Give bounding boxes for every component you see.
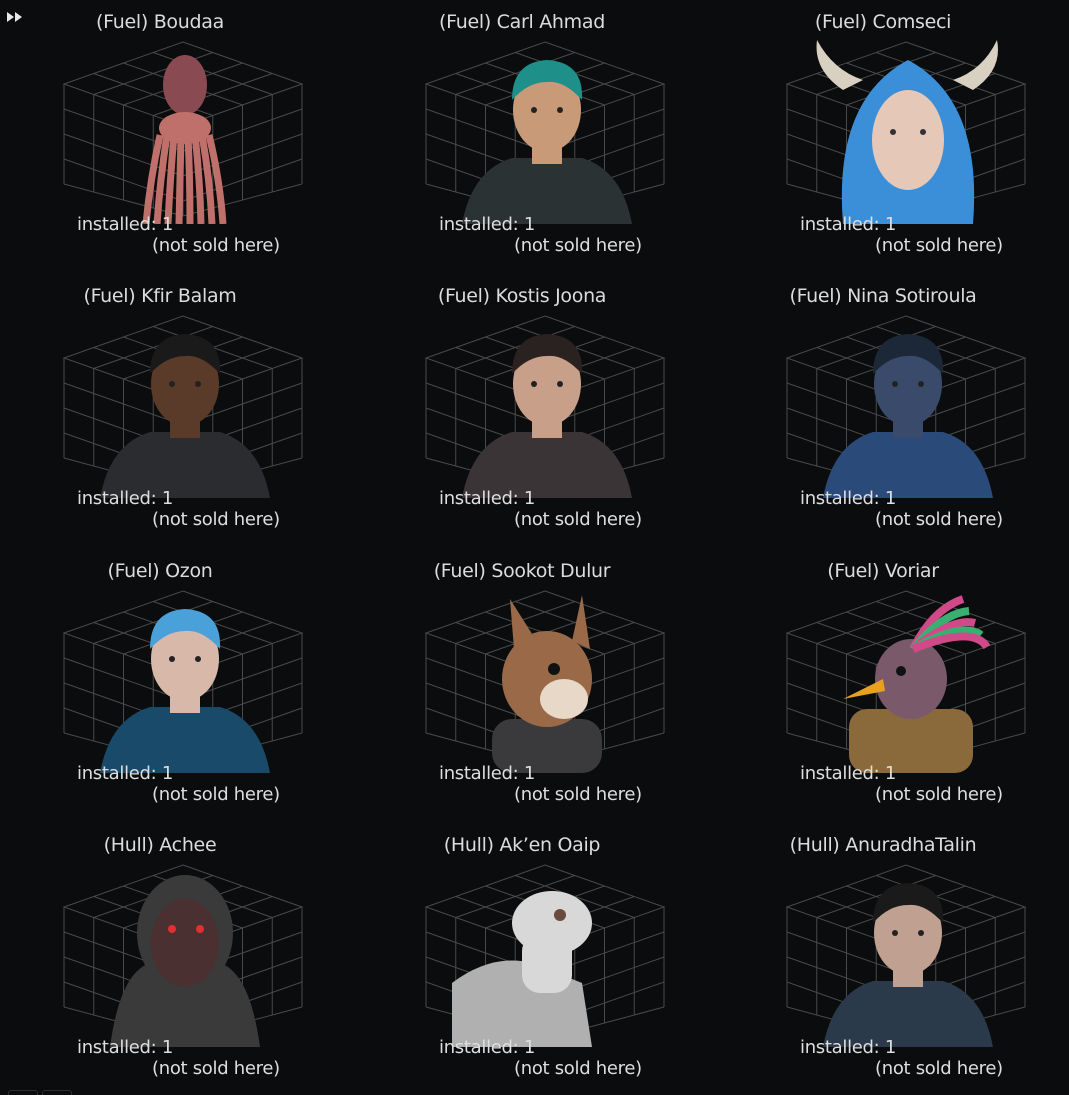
officer-portrait-human [452, 40, 638, 224]
bottom-tab[interactable] [8, 1090, 38, 1095]
installed-count: installed: 1 [800, 763, 897, 784]
officer-portrait-horned-alien [813, 40, 999, 224]
officer-name: (Fuel) Nina Sotiroula [789, 285, 977, 307]
availability-label: (not sold here) [514, 784, 642, 805]
officer-card[interactable]: (Fuel) Boudaa installed: 1 (not sold here) [10, 0, 310, 270]
officer-portrait-human [813, 314, 999, 498]
officer-name: (Fuel) Kostis Joona [437, 285, 607, 307]
availability-label: (not sold here) [514, 235, 642, 256]
installed-count: installed: 1 [439, 214, 536, 235]
availability-label: (not sold here) [152, 235, 280, 256]
officer-portrait-human [813, 863, 999, 1047]
installed-count: installed: 1 [77, 214, 174, 235]
bottom-tab[interactable] [42, 1090, 72, 1095]
availability-label: (not sold here) [875, 509, 1003, 530]
officer-card[interactable]: (Hull) Ak’en Oaip installed: 1 (not sold h… [372, 823, 672, 1093]
officer-name: (Fuel) Ozon [107, 560, 213, 582]
availability-label: (not sold here) [875, 784, 1003, 805]
officer-name: (Hull) AnuradhaTalin [789, 834, 977, 856]
officer-name: (Fuel) Comseci [814, 11, 952, 33]
officer-portrait-squid [90, 40, 276, 224]
officer-name: (Hull) Ak’en Oaip [443, 834, 601, 856]
installed-count: installed: 1 [439, 1037, 536, 1058]
availability-label: (not sold here) [514, 509, 642, 530]
officer-portrait-human [90, 589, 276, 773]
officer-portrait-hooded-alien [90, 863, 276, 1047]
officer-card[interactable]: (Fuel) Ozon installed: 1 (not sold here) [10, 549, 310, 819]
officer-card[interactable]: (Fuel) Sookot Dulur installed: 1 (not sold… [372, 549, 672, 819]
officer-portrait-squirrel [452, 589, 638, 773]
officer-name: (Fuel) Sookot Dulur [433, 560, 611, 582]
officer-card[interactable]: (Fuel) Kostis Joona installed: 1 (not sold… [372, 274, 672, 544]
officer-portrait-human [452, 314, 638, 498]
officer-card[interactable]: (Fuel) Nina Sotiroula installed: 1 (not so… [733, 274, 1033, 544]
officer-card[interactable]: (Hull) AnuradhaTalin installed: 1 (not sol… [733, 823, 1033, 1093]
installed-count: installed: 1 [439, 763, 536, 784]
installed-count: installed: 1 [439, 488, 536, 509]
officer-name: (Fuel) Voriar [827, 560, 939, 582]
officer-portrait-human [90, 314, 276, 498]
officer-name: (Fuel) Kfir Balam [83, 285, 237, 307]
officer-name: (Fuel) Carl Ahmad [439, 11, 605, 33]
availability-label: (not sold here) [152, 1058, 280, 1079]
availability-label: (not sold here) [514, 1058, 642, 1079]
availability-label: (not sold here) [875, 1058, 1003, 1079]
officer-grid: (Fuel) Boudaa installed: 1 (not sold here)… [0, 0, 1069, 1095]
installed-count: installed: 1 [77, 763, 174, 784]
officer-card[interactable]: (Fuel) Voriar installed: 1 (not sold here) [733, 549, 1033, 819]
officer-portrait-bird [813, 589, 999, 773]
officer-name: (Hull) Achee [103, 834, 217, 856]
officer-card[interactable]: (Fuel) Kfir Balam installed: 1 (not sold h… [10, 274, 310, 544]
officer-card[interactable]: (Fuel) Carl Ahmad installed: 1 (not sold h… [372, 0, 672, 270]
officer-portrait-lizard [452, 863, 638, 1047]
installed-count: installed: 1 [800, 214, 897, 235]
availability-label: (not sold here) [152, 509, 280, 530]
installed-count: installed: 1 [800, 1037, 897, 1058]
availability-label: (not sold here) [152, 784, 280, 805]
availability-label: (not sold here) [875, 235, 1003, 256]
installed-count: installed: 1 [77, 1037, 174, 1058]
installed-count: installed: 1 [800, 488, 897, 509]
officer-name: (Fuel) Boudaa [96, 11, 224, 33]
installed-count: installed: 1 [77, 488, 174, 509]
officer-card[interactable]: (Fuel) Comseci installed: 1 (not sold here… [733, 0, 1033, 270]
officer-card[interactable]: (Hull) Achee installed: 1 (not sold here) [10, 823, 310, 1093]
